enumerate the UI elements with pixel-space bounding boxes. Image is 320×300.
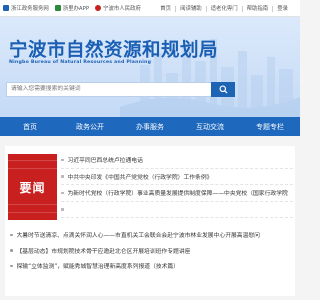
link-label: 浙江政务服务网 xyxy=(11,6,49,12)
top-utility-bar: 浙江政务服务网 浙里办APP 宁波市人民政府 首页 阅读辅助 适老化専门 帮助指… xyxy=(0,0,300,17)
headline-item[interactable] xyxy=(61,202,293,218)
link-label: 浙里办APP xyxy=(62,6,90,12)
headline-list: 习近平同巴西总统卢拉通电话 中共中央印发《中国共产党党校（行政学院）工作条例》 … xyxy=(61,152,293,218)
mobile-app-icon xyxy=(54,5,61,11)
headline-news-label: 要闻 xyxy=(19,181,46,195)
search-bar: 请输入您需要搜索的关键词 xyxy=(6,82,235,97)
bullet-icon xyxy=(61,191,64,194)
bullet-icon xyxy=(61,175,64,178)
list-item-text: 大暑时节送清凉、点滴关怀润人心——市直机关工会联合会赴宁波市林业发展中心开展高温… xyxy=(16,233,260,240)
bullet-icon xyxy=(10,264,13,267)
headline-text: 为新时代党校（行政学院）事业高质量发展提供制度保障——中央党校（国家行政学院 xyxy=(67,191,288,198)
link-home[interactable]: 首页 xyxy=(156,6,175,12)
city-gov-icon xyxy=(95,5,102,11)
headline-text: 中共中央印发《中国共产党党校（行政学院）工作条例》 xyxy=(67,174,213,181)
headline-item[interactable]: 习近平同巴西总统卢拉通电话 xyxy=(61,152,293,169)
list-item[interactable]: 探输“立体监测”，赋能秀城智慧治理新高度系列报道（技术篇） xyxy=(7,258,293,274)
link-help-guide[interactable]: 帮助指南 xyxy=(241,5,273,12)
search-icon xyxy=(218,85,228,94)
bullet-icon xyxy=(61,208,64,211)
link-reading-aid[interactable]: 阅读辅助 xyxy=(175,5,206,12)
nav-item-services[interactable]: 办事服务 xyxy=(120,117,180,136)
bullet-icon xyxy=(61,158,64,161)
nav-item-interaction[interactable]: 互动交流 xyxy=(180,117,240,136)
header-banner: 宁波市自然资源和规划局 Ningbo Bureau of Natural Res… xyxy=(0,17,300,117)
headline-news-badge[interactable]: 要闻 xyxy=(8,154,57,220)
nav-item-government-affairs[interactable]: 政务公开 xyxy=(60,117,120,136)
search-button[interactable] xyxy=(211,82,235,97)
list-item[interactable]: 【基层动态】市规划院技术骨干应邀赴北仑区开展培训班作专题讲座 xyxy=(7,243,293,259)
link-ningbo-gov[interactable]: 宁波市人民政府 xyxy=(95,4,141,12)
bullet-icon xyxy=(10,249,13,252)
main-nav: 首页 政务公开 办事服务 互动交流 专题专栏 xyxy=(0,117,300,136)
link-elderly-mode[interactable]: 适老化専门 xyxy=(205,5,242,12)
headline-item[interactable]: 中共中央印发《中国共产党党校（行政学院）工作条例》 xyxy=(61,169,293,185)
link-label: 宁波市人民政府 xyxy=(103,6,141,12)
nav-item-home[interactable]: 首页 xyxy=(0,117,60,136)
skyline-background-graphic xyxy=(120,39,300,117)
site-title: 宁波市自然资源和规划局 xyxy=(9,40,219,61)
headline-item[interactable]: 为新时代党校（行政学院）事业高质量发展提供制度保障——中央党校（国家行政学院 xyxy=(61,185,293,202)
news-list: 大暑时节送清凉、点滴关怀润人心——市直机关工会联合会赴宁波市林业发展中心开展高温… xyxy=(7,227,293,274)
nav-item-special-topics[interactable]: 专题专栏 xyxy=(240,117,300,136)
headline-text: 习近平同巴西总统卢拉通电话 xyxy=(67,158,143,165)
search-input[interactable]: 请输入您需要搜索的关键词 xyxy=(6,82,211,97)
site-subtitle-english: Ningbo Bureau of Natural Resources and P… xyxy=(9,60,152,65)
list-item-text: 【基层动态】市规划院技术骨干应邀赴北仑区开展培训班作专题讲座 xyxy=(16,248,191,255)
list-item[interactable]: 大暑时节送清凉、点滴关怀润人心——市直机关工会联合会赴宁波市林业发展中心开展高温… xyxy=(7,227,293,243)
top-left-links: 浙江政务服务网 浙里办APP 宁波市人民政府 xyxy=(0,4,147,12)
link-zhejiang-gov-service[interactable]: 浙江政务服务网 xyxy=(3,4,49,12)
gov-service-icon xyxy=(3,5,9,11)
news-section: 要闻 习近平同巴西总统卢拉通电话 中共中央印发《中国共产党党校（行政学院）工作条… xyxy=(5,146,295,296)
bullet-icon xyxy=(10,233,13,236)
list-item-text: 探输“立体监测”，赋能秀城智慧治理新高度系列报道（技术篇） xyxy=(16,264,180,271)
link-zheliban-app[interactable]: 浙里办APP xyxy=(54,4,90,12)
link-login[interactable]: 登录 xyxy=(272,5,292,12)
top-right-links: 首页 阅读辅助 适老化専门 帮助指南 登录 xyxy=(156,0,292,17)
